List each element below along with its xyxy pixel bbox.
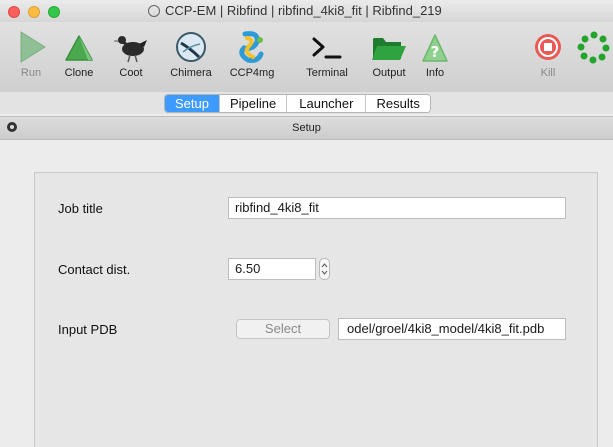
clone-label: Clone [64,67,94,79]
ccp4mg-label: CCP4mg [229,67,275,79]
terminal-prompt-icon [312,37,342,59]
input-pdb-label: Input PDB [58,322,118,337]
terminal-button[interactable]: Terminal [298,30,356,79]
chimera-button[interactable]: Chimera [162,30,220,79]
tab-pipeline[interactable]: Pipeline [218,95,287,112]
tab-results[interactable]: Results [365,95,430,112]
minimize-window-button[interactable] [28,6,40,18]
chimera-label: Chimera [170,67,212,79]
input-pdb-path-field[interactable]: odel/groel/4ki8_model/4ki8_fit.pdb [338,318,566,340]
coot-bird-icon [113,36,147,63]
stop-icon [535,34,561,60]
contact-dist-input[interactable]: 6.50 [228,258,316,280]
clone-icon [65,35,93,61]
info-question-icon: ? [422,34,448,62]
coot-label: Coot [119,67,143,79]
terminal-label: Terminal [306,67,348,79]
folder-icon [372,38,406,60]
info-label: Info [425,67,445,79]
ccp4mg-button[interactable]: CCP4mg [223,30,281,79]
close-window-button[interactable] [8,6,20,18]
toolbar: Run Clone Coot Chimera CCP4mg Terminal O… [0,22,613,92]
tab-group: Setup Pipeline Launcher Results [164,94,431,113]
stepper-arrows-icon [321,263,328,275]
tab-setup[interactable]: Setup [165,95,219,112]
window-title: CCP-EM | Ribfind | ribfind_4ki8_fit | Ri… [165,3,442,18]
select-pdb-button[interactable]: Select [236,319,330,339]
contact-dist-label: Contact dist. [58,262,131,277]
contact-dist-stepper[interactable] [319,258,330,280]
job-title-label: Job title [58,201,103,216]
play-icon [20,31,46,63]
tab-bar: Setup Pipeline Launcher Results [0,92,613,114]
kill-button[interactable]: Kill [519,30,577,79]
setup-content [0,140,613,447]
ccp4mg-icon [239,31,264,63]
chimera-icon [176,32,206,62]
window-title-group: CCP-EM | Ribfind | ribfind_4ki8_fit | Ri… [148,3,442,18]
svg-text:?: ? [431,43,440,61]
info-button[interactable]: ? Info [406,30,464,79]
panel-header: Setup [0,116,613,140]
clone-button[interactable]: Clone [50,30,108,79]
kill-label: Kill [540,67,556,79]
maximize-window-button[interactable] [48,6,60,18]
tab-launcher[interactable]: Launcher [286,95,366,112]
app-icon [148,4,160,17]
title-bar: CCP-EM | Ribfind | ribfind_4ki8_fit | Ri… [0,0,613,22]
panel-title: Setup [292,122,321,134]
coot-button[interactable]: Coot [102,30,160,79]
job-title-input[interactable]: ribfind_4ki8_fit [228,197,566,219]
spinner-icon [577,31,610,64]
busy-indicator [575,30,613,64]
